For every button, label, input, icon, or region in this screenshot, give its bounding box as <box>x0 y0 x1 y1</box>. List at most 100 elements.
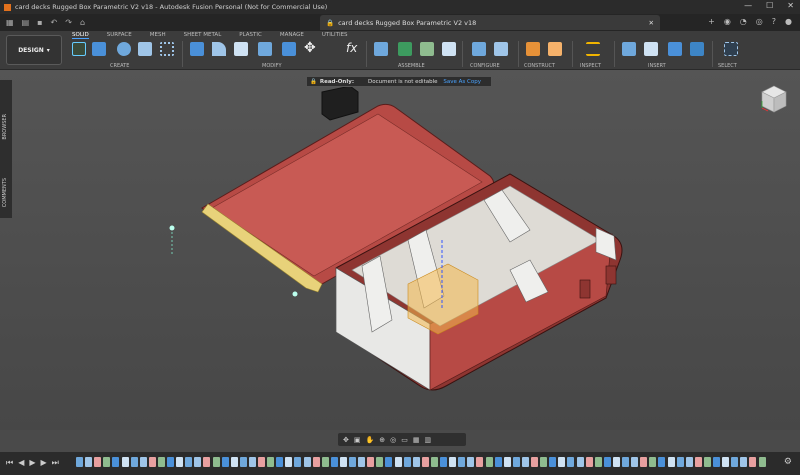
timeline-feature[interactable] <box>531 457 538 467</box>
timeline-feature[interactable] <box>294 457 302 467</box>
play-icon[interactable]: ▶ <box>29 458 35 468</box>
timeline-feature[interactable] <box>612 457 620 467</box>
job-status-icon[interactable]: ◔ <box>740 17 747 26</box>
timeline-feature[interactable] <box>130 457 138 467</box>
shell-icon[interactable] <box>258 42 272 56</box>
timeline-feature[interactable] <box>667 457 675 467</box>
minimize-button[interactable]: — <box>744 1 752 10</box>
close-window-button[interactable]: ✕ <box>787 1 794 10</box>
close-tab-button[interactable]: ✕ <box>649 19 654 27</box>
timeline-feature[interactable] <box>394 457 402 467</box>
user-avatar[interactable]: ● <box>785 17 792 26</box>
data-panel-icon[interactable]: ▦ <box>6 18 14 27</box>
timeline-feature[interactable] <box>658 457 666 467</box>
timeline-feature[interactable] <box>685 457 693 467</box>
timeline-feature[interactable] <box>103 457 111 467</box>
timeline-track[interactable] <box>76 457 774 468</box>
tab-sheet-metal[interactable]: SHEET METAL <box>184 31 222 39</box>
timeline-feature[interactable] <box>349 457 356 467</box>
timeline-feature[interactable] <box>212 457 220 467</box>
document-tab[interactable]: 🔒 card decks Rugged Box Parametric V2 v1… <box>320 15 660 30</box>
redo-icon[interactable]: ↷ <box>65 18 72 27</box>
latch[interactable] <box>321 85 359 121</box>
home-icon[interactable]: ⌂ <box>80 18 85 27</box>
timeline-feature[interactable] <box>622 457 629 467</box>
new-component-icon[interactable] <box>374 42 388 56</box>
timeline-feature[interactable] <box>676 457 684 467</box>
timeline-feature[interactable] <box>76 457 83 467</box>
insert-derive-icon[interactable] <box>622 42 636 56</box>
move-icon[interactable]: ✥ <box>304 41 318 56</box>
timeline-feature[interactable] <box>403 457 411 467</box>
zoom-icon[interactable]: ⊕ <box>379 436 385 444</box>
timeline-feature[interactable] <box>285 457 293 467</box>
new-tab-icon[interactable]: + <box>708 17 715 26</box>
fit-icon[interactable]: ◎ <box>390 436 396 444</box>
timeline-feature[interactable] <box>703 457 711 467</box>
timeline-feature[interactable] <box>339 457 347 467</box>
maximize-button[interactable]: ☐ <box>766 1 773 10</box>
file-menu-icon[interactable]: ▤ <box>22 18 30 27</box>
timeline-feature[interactable] <box>740 457 748 467</box>
timeline-feature[interactable] <box>476 457 484 467</box>
grid-settings-icon[interactable]: ▦ <box>413 436 420 444</box>
timeline-feature[interactable] <box>722 457 730 467</box>
workspace-switcher[interactable]: DESIGN ▾ <box>6 35 62 65</box>
tab-manage[interactable]: MANAGE <box>280 31 304 39</box>
timeline-feature[interactable] <box>576 457 584 467</box>
timeline-feature[interactable] <box>239 457 247 467</box>
timeline-feature[interactable] <box>713 457 720 467</box>
extrude-icon[interactable] <box>92 42 106 56</box>
timeline-feature[interactable] <box>585 457 593 467</box>
group-modify[interactable]: MODIFY <box>262 63 282 69</box>
timeline-feature[interactable] <box>167 457 174 467</box>
decal-icon[interactable] <box>644 42 658 56</box>
timeline-feature[interactable] <box>440 457 447 467</box>
timeline-feature[interactable] <box>112 457 120 467</box>
comments-toggle[interactable]: COMMENTS <box>2 178 8 207</box>
timeline-feature[interactable] <box>458 457 466 467</box>
model-render[interactable] <box>0 70 800 430</box>
timeline-feature[interactable] <box>185 457 193 467</box>
timeline-feature[interactable] <box>467 457 475 467</box>
group-assemble[interactable]: ASSEMBLE <box>398 63 425 69</box>
group-construct[interactable]: CONSTRUCT <box>524 63 555 69</box>
offset-plane-icon[interactable] <box>526 42 540 56</box>
group-select[interactable]: SELECT <box>718 63 737 69</box>
timeline-feature[interactable] <box>312 457 320 467</box>
timeline-feature[interactable] <box>603 457 611 467</box>
as-built-joint-icon[interactable] <box>420 42 434 56</box>
timeline-feature[interactable] <box>303 457 311 467</box>
timeline-feature[interactable] <box>758 457 766 467</box>
orbit-icon[interactable]: ✥ <box>343 436 349 444</box>
timeline-feature[interactable] <box>649 457 657 467</box>
timeline-feature[interactable] <box>121 457 129 467</box>
configuration-table-icon[interactable] <box>494 42 508 56</box>
group-inspect[interactable]: INSPECT <box>580 63 601 69</box>
timeline-feature[interactable] <box>221 457 229 467</box>
view-cube[interactable] <box>760 84 788 114</box>
joint-icon[interactable] <box>398 42 412 56</box>
timeline-feature[interactable] <box>749 457 757 467</box>
timeline-feature[interactable] <box>485 457 493 467</box>
chamfer-icon[interactable] <box>234 42 248 56</box>
extensions-icon[interactable]: ◉ <box>724 17 731 26</box>
measure-icon[interactable] <box>586 42 600 56</box>
timeline-feature[interactable] <box>640 457 648 467</box>
timeline-feature[interactable] <box>148 457 156 467</box>
canvas-icon[interactable] <box>690 42 704 56</box>
pan-icon[interactable]: ✋ <box>366 436 375 444</box>
tab-utilities[interactable]: UTILITIES <box>322 31 348 39</box>
timeline-feature[interactable] <box>157 457 165 467</box>
timeline-feature[interactable] <box>449 457 457 467</box>
timeline-feature[interactable] <box>194 457 202 467</box>
browser-toggle[interactable]: BROWSER <box>2 114 8 140</box>
tab-mesh[interactable]: MESH <box>150 31 166 39</box>
timeline-feature[interactable] <box>376 457 384 467</box>
timeline-feature[interactable] <box>176 457 184 467</box>
timeline-feature[interactable] <box>330 457 338 467</box>
timeline-feature[interactable] <box>248 457 256 467</box>
tab-plastic[interactable]: PLASTIC <box>239 31 262 39</box>
group-create[interactable]: CREATE <box>110 63 129 69</box>
timeline-feature[interactable] <box>521 457 529 467</box>
